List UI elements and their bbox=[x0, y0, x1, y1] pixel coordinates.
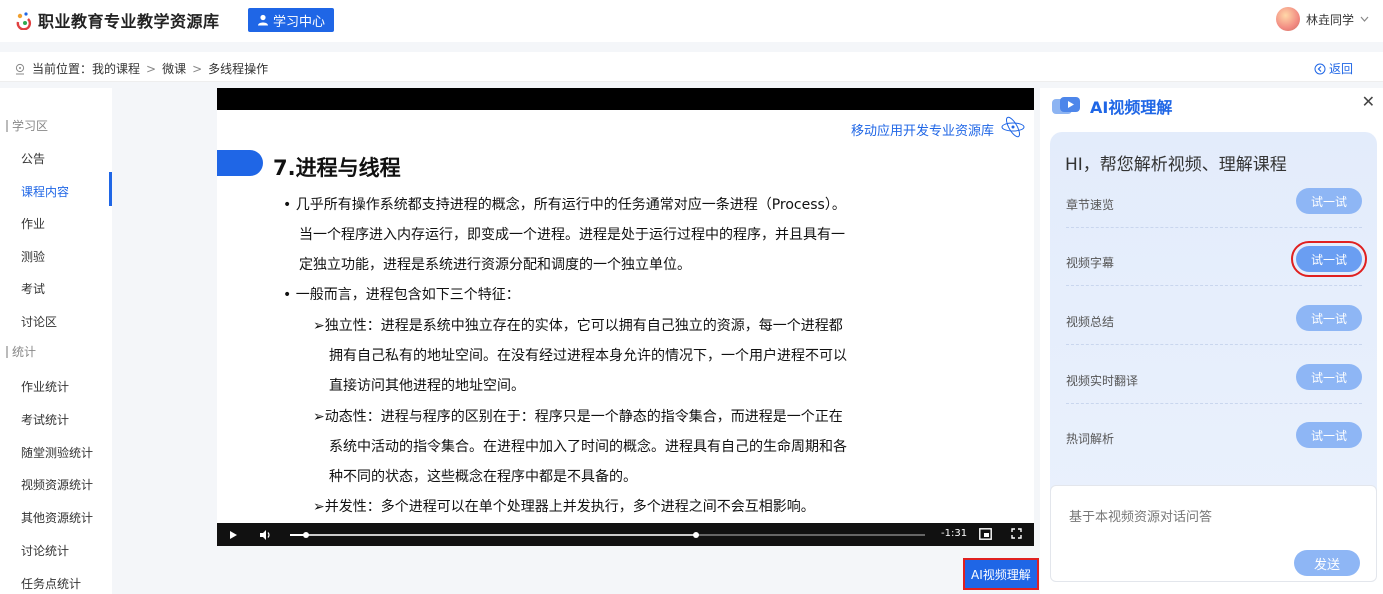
logo-icon bbox=[16, 12, 31, 30]
sidebar-item-exam-stats[interactable]: 考试统计 bbox=[21, 411, 69, 428]
fullscreen-icon[interactable] bbox=[1011, 528, 1022, 539]
video-frame: 移动应用开发专业资源库 7.进程与线程 • 几乎所有操作系统都支持进程的概念，所… bbox=[217, 110, 1034, 523]
breadcrumb: 当前位置：我的课程 > 微课 > 多线程操作 bbox=[14, 60, 268, 77]
ai-panel-title: AI视频理解 bbox=[1090, 98, 1173, 117]
try-summary-button[interactable]: 试一试 bbox=[1296, 305, 1362, 331]
learn-center-button[interactable]: 学习中心 bbox=[248, 8, 335, 32]
top-bar: 职业教育专业教学资源库 学习中心 林垚同学 bbox=[0, 0, 1383, 42]
chevron-down-icon bbox=[1360, 16, 1369, 22]
feature-label: 视频总结 bbox=[1066, 315, 1115, 329]
sidebar-item-exam[interactable]: 考试 bbox=[21, 280, 45, 297]
sidebar-item-homework-stats[interactable]: 作业统计 bbox=[21, 378, 69, 395]
feature-row-subtitles: 视频字幕 试一试 bbox=[1066, 238, 1367, 286]
chat-box[interactable]: 基于本视频资源对话问答 发送 bbox=[1050, 485, 1377, 582]
slide-line: 种不同的状态，这些概念在程序中都是不具备的。 bbox=[329, 469, 637, 485]
feature-label: 视频字幕 bbox=[1066, 256, 1115, 270]
buffer-marker bbox=[693, 532, 700, 538]
sidebar-item-other-resource-stats[interactable]: 其他资源统计 bbox=[21, 509, 93, 526]
time-remaining: -1:31 bbox=[941, 528, 968, 539]
sidebar-item-inclass-quiz-stats[interactable]: 随堂测验统计 bbox=[21, 444, 93, 461]
try-hotwords-button[interactable]: 试一试 bbox=[1296, 422, 1362, 448]
video-player[interactable]: 移动应用开发专业资源库 7.进程与线程 • 几乎所有操作系统都支持进程的概念，所… bbox=[217, 88, 1034, 546]
sidebar-item-announcement[interactable]: 公告 bbox=[21, 150, 45, 167]
user-name: 林垚同学 bbox=[1305, 12, 1354, 27]
slide-line: ➢独立性：进程是系统中独立存在的实体，它可以拥有自己独立的资源，每一个进程都 bbox=[313, 318, 843, 334]
learn-center-label: 学习中心 bbox=[273, 14, 326, 30]
sidebar-item-discussion-stats[interactable]: 讨论统计 bbox=[21, 542, 69, 559]
site-name: 职业教育专业教学资源库 bbox=[38, 12, 220, 31]
try-subtitles-button[interactable]: 试一试 bbox=[1291, 241, 1367, 277]
breadcrumb-item[interactable]: 微课 bbox=[162, 60, 186, 77]
location-icon bbox=[15, 63, 25, 74]
sidebar-item-discussion[interactable]: 讨论区 bbox=[21, 313, 57, 330]
feature-label: 热词解析 bbox=[1066, 432, 1115, 446]
pip-icon[interactable] bbox=[979, 528, 992, 540]
feature-row-summary: 视频总结 试一试 bbox=[1066, 297, 1362, 345]
avatar bbox=[1275, 7, 1300, 31]
slide-line: 当一个程序进入内存运行，即变成一个进程。进程是处于运行过程中的程序，并且具有一 bbox=[299, 227, 845, 243]
slide-line: • 几乎所有操作系统都支持进程的概念，所有运行中的任务通常对应一条进程（Proc… bbox=[283, 197, 846, 213]
feature-row-chapter-overview: 章节速览 试一试 bbox=[1066, 180, 1362, 228]
atom-icon bbox=[1001, 116, 1025, 138]
progress-handle[interactable] bbox=[302, 532, 309, 538]
feature-row-hotwords: 热词解析 试一试 bbox=[1066, 414, 1362, 462]
ai-greeting: HI，帮您解析视频、理解课程 bbox=[1065, 155, 1287, 175]
back-label: 返回 bbox=[1328, 62, 1353, 76]
slide-brand: 移动应用开发专业资源库 bbox=[850, 124, 994, 139]
volume-icon[interactable] bbox=[259, 529, 272, 541]
sidebar-section-study: 学习区 bbox=[6, 120, 48, 132]
ai-logo-icon bbox=[1052, 97, 1080, 114]
close-icon[interactable]: ✕ bbox=[1362, 92, 1375, 111]
feature-label: 视频实时翻译 bbox=[1066, 374, 1139, 388]
try-translation-button[interactable]: 试一试 bbox=[1296, 364, 1362, 390]
site-logo[interactable]: 职业教育专业教学资源库 bbox=[14, 8, 220, 32]
progress-buffered bbox=[290, 534, 697, 536]
sidebar-item-video-stats[interactable]: 视频资源统计 bbox=[21, 476, 93, 493]
sidebar-item-homework[interactable]: 作业 bbox=[21, 215, 45, 232]
sidebar-item-course-content[interactable]: 课程内容 bbox=[21, 183, 69, 200]
back-icon bbox=[1314, 63, 1326, 74]
ai-panel-header: AI视频理解 bbox=[1050, 94, 1172, 118]
breadcrumb-bar: 当前位置：我的课程 > 微课 > 多线程操作 返回 bbox=[0, 52, 1383, 82]
active-indicator bbox=[109, 172, 112, 206]
sidebar-section-stats: 统计 bbox=[6, 346, 36, 358]
send-button[interactable]: 发送 bbox=[1294, 550, 1360, 576]
try-chapter-overview-button[interactable]: 试一试 bbox=[1296, 188, 1362, 214]
slide-line: • 一般而言，进程包含如下三个特征： bbox=[283, 287, 520, 303]
slide-line: 定独立功能，进程是系统进行资源分配和调度的一个独立单位。 bbox=[299, 257, 691, 273]
slide-line: 拥有自己私有的地址空间。在没有经过进程本身允许的情况下，一个用户进程不可以 bbox=[329, 348, 847, 364]
breadcrumb-item[interactable]: 我的课程 bbox=[92, 62, 140, 76]
video-controls: -1:31 bbox=[217, 523, 1034, 546]
sidebar: 学习区 公告 课程内容 作业 测验 考试 讨论区 统计 作业统计 考试统计 随堂… bbox=[0, 88, 112, 594]
chevron-right-icon: > bbox=[146, 61, 157, 76]
breadcrumb-prefix: 当前位置：我的课程 bbox=[32, 62, 141, 76]
breadcrumb-item-current: 多线程操作 bbox=[208, 62, 269, 76]
chevron-right-icon: > bbox=[192, 61, 203, 76]
user-icon bbox=[258, 14, 268, 26]
sidebar-item-quiz[interactable]: 测验 bbox=[21, 248, 45, 265]
slide-line: 系统中活动的指令集合。在进程中加入了时间的概念。进程具有自己的生命周期和各 bbox=[329, 439, 847, 455]
slide-line: ➢动态性：进程与程序的区别在于：程序只是一个静态的指令集合，而进程是一个正在 bbox=[313, 409, 843, 425]
title-pill bbox=[217, 150, 263, 176]
ai-video-understanding-button[interactable]: AI视频理解 bbox=[963, 558, 1039, 590]
ai-panel: AI视频理解 ✕ HI，帮您解析视频、理解课程 章节速览 试一试 视频字幕 试一… bbox=[1040, 88, 1383, 594]
back-button[interactable]: 返回 bbox=[1314, 60, 1353, 77]
slide-title: 7.进程与线程 bbox=[273, 156, 401, 180]
feature-label: 章节速览 bbox=[1066, 198, 1115, 212]
sidebar-item-task-stats[interactable]: 任务点统计 bbox=[21, 575, 81, 592]
chat-input[interactable]: 基于本视频资源对话问答 bbox=[1069, 506, 1212, 525]
feature-row-translation: 视频实时翻译 试一试 bbox=[1066, 356, 1362, 404]
user-menu[interactable]: 林垚同学 bbox=[1275, 7, 1369, 31]
play-icon[interactable] bbox=[229, 530, 238, 540]
slide-line: 直接访问其他进程的地址空间。 bbox=[329, 378, 525, 394]
slide-line: ➢并发性：多个进程可以在单个处理器上并发执行，多个进程之间不会互相影响。 bbox=[313, 499, 815, 515]
